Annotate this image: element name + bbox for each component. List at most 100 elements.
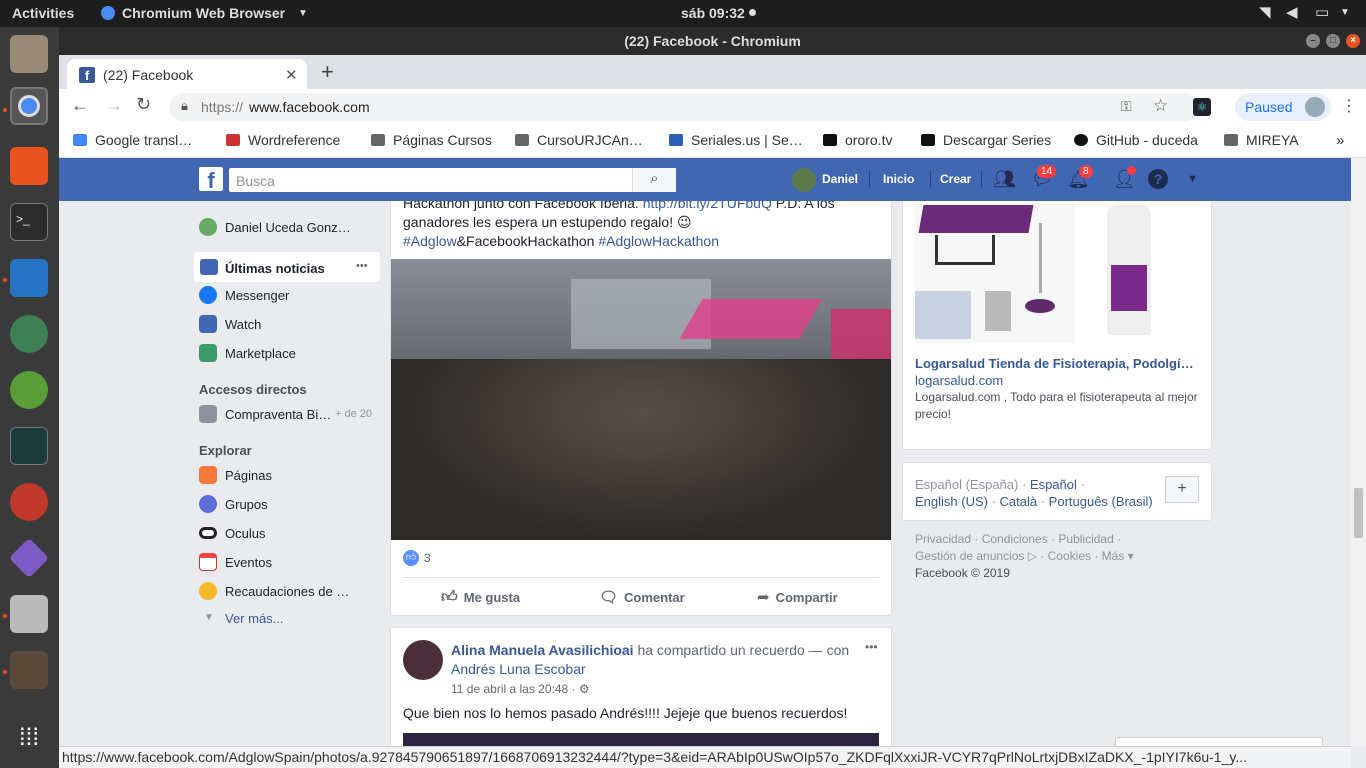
shared-memory-media[interactable] bbox=[403, 733, 879, 746]
dock: >_ ⁞⁞⁞ bbox=[0, 27, 59, 768]
browser-toolbar: ← → ↻ 🔒︎ https:// www.facebook.com ⚿ ☆ ⚛… bbox=[59, 89, 1366, 125]
sponsored-ad[interactable]: Logarsalud Tienda de Fisioterapia, Podol… bbox=[902, 201, 1212, 450]
messenger-nav-icon bbox=[199, 286, 217, 304]
account-menu-icon[interactable]: ▼ bbox=[1187, 173, 1198, 185]
hashtag-link[interactable]: #AdglowHackathon bbox=[598, 233, 719, 249]
ad-title[interactable]: Logarsalud Tienda de Fisioterapia, Podol… bbox=[915, 356, 1201, 371]
bookmark-star-icon[interactable]: ☆ bbox=[1153, 96, 1168, 116]
software-center-icon[interactable] bbox=[10, 147, 48, 185]
add-language-button[interactable]: + bbox=[1165, 476, 1199, 503]
app-icon[interactable] bbox=[8, 537, 50, 579]
bookmark-ororo[interactable]: ororo.tv bbox=[823, 132, 892, 148]
language-link[interactable]: Català bbox=[1000, 494, 1038, 509]
post-timestamp[interactable]: 11 de abril a las 20:48 · ⚙ bbox=[451, 682, 590, 696]
chat-bar[interactable] bbox=[1115, 737, 1323, 746]
nav-profile[interactable]: Daniel bbox=[822, 172, 858, 186]
back-icon[interactable]: ← bbox=[71, 95, 89, 116]
activities-button[interactable]: Activities bbox=[12, 5, 74, 21]
wifi-icon[interactable]: ◥ bbox=[1259, 3, 1271, 21]
post-card: Alina Manuela Avasilichioai ha compartid… bbox=[390, 627, 892, 746]
ad-domain[interactable]: logarsalud.com bbox=[915, 373, 1003, 388]
footer-links[interactable]: Privacidad · Condiciones · Publicidad · … bbox=[915, 531, 1134, 582]
settings-icon[interactable] bbox=[10, 483, 48, 521]
comment-button[interactable]: 🗨︎ Comentar bbox=[599, 588, 685, 606]
bookmarks-overflow-button[interactable]: » bbox=[1336, 132, 1344, 149]
ad-description: Logarsalud.com , Todo para el fisioterap… bbox=[915, 390, 1198, 421]
author-avatar[interactable] bbox=[403, 640, 443, 680]
more-options-icon[interactable]: ••• bbox=[356, 260, 368, 272]
reaction-count[interactable]: 3 bbox=[424, 551, 431, 565]
current-language: Español (España) bbox=[915, 477, 1019, 492]
search-input[interactable]: Busca ⌕ bbox=[229, 168, 676, 192]
app-menu[interactable]: Chromium Web Browser bbox=[122, 5, 285, 21]
like-reaction-icon[interactable]: 👍︎ bbox=[403, 550, 419, 566]
volume-icon[interactable]: ◀ bbox=[1286, 3, 1298, 21]
facebook-logo-icon[interactable]: f bbox=[199, 167, 223, 193]
key-icon[interactable]: ⚿ bbox=[1121, 98, 1132, 115]
nav-home[interactable]: Inicio bbox=[883, 172, 914, 186]
gear-icon: ⚙ bbox=[578, 682, 590, 696]
language-link[interactable]: English (US) bbox=[915, 494, 988, 509]
like-button[interactable]: 👍︎ Me gusta bbox=[441, 588, 520, 607]
atom-icon[interactable] bbox=[10, 315, 48, 353]
scrollbar-thumb[interactable] bbox=[1354, 488, 1363, 538]
search-icon[interactable]: ⌕ bbox=[632, 168, 676, 192]
chromium-dock-icon[interactable] bbox=[10, 87, 48, 125]
camera-icon[interactable] bbox=[10, 595, 48, 633]
page-scrollbar[interactable] bbox=[1351, 158, 1366, 746]
friend-requests-icon[interactable]: 👥︎ bbox=[993, 169, 1016, 190]
post-link[interactable]: http://bit.ly/2TUFbuQ bbox=[643, 201, 772, 211]
new-tab-button[interactable]: + bbox=[321, 59, 334, 85]
tab-facebook[interactable]: f (22) Facebook ✕ bbox=[67, 59, 307, 89]
language-link[interactable]: Português (Brasil) bbox=[1049, 494, 1153, 509]
system-menu-arrow-icon[interactable]: ▼ bbox=[1340, 7, 1350, 18]
app-menu-arrow-icon: ▼ bbox=[298, 8, 308, 19]
author-name[interactable]: Alina Manuela Avasilichioai bbox=[451, 642, 634, 658]
files-icon[interactable] bbox=[10, 35, 48, 73]
comment-icon: 🗨︎ bbox=[599, 589, 619, 606]
news-feed-icon bbox=[200, 259, 218, 275]
explore-heading: Explorar bbox=[199, 443, 252, 458]
system-monitor-icon[interactable] bbox=[10, 427, 48, 465]
bookmark-folder-mireya[interactable]: MIREYA bbox=[1224, 132, 1299, 148]
bookmark-google-translate[interactable]: Google transl… bbox=[73, 132, 192, 148]
minimize-button[interactable]: – bbox=[1306, 34, 1320, 48]
bookmark-folder-cursourjc[interactable]: CursoURJCAn… bbox=[515, 132, 643, 148]
bookmark-seriales[interactable]: Seriales.us | Se… bbox=[669, 132, 803, 148]
battery-icon[interactable]: ▭ bbox=[1315, 3, 1329, 21]
show-apps-icon[interactable]: ⁞⁞⁞ bbox=[10, 719, 48, 757]
android-studio-icon[interactable] bbox=[10, 371, 48, 409]
bookmark-github[interactable]: GitHub - duceda bbox=[1074, 132, 1198, 148]
nav-create[interactable]: Crear bbox=[940, 172, 971, 186]
vscode-icon[interactable] bbox=[10, 259, 48, 297]
post-menu-icon[interactable]: ••• bbox=[865, 640, 878, 654]
clock[interactable]: sáb 09:32 bbox=[681, 5, 745, 21]
close-tab-icon[interactable]: ✕ bbox=[285, 66, 298, 84]
bookmark-wordreference[interactable]: Wordreference bbox=[226, 132, 340, 148]
notifications-badge: 8 bbox=[1079, 165, 1093, 178]
address-bar[interactable]: 🔒︎ https:// www.facebook.com ⚿ ☆ bbox=[169, 93, 1199, 121]
react-devtools-icon[interactable]: ⚛ bbox=[1193, 98, 1211, 116]
lock-icon[interactable]: 🔒︎ bbox=[181, 98, 188, 114]
profile-paused-button[interactable]: Paused bbox=[1235, 93, 1331, 121]
chrome-menu-icon[interactable]: ⋮ bbox=[1341, 96, 1357, 116]
gimp-icon[interactable] bbox=[10, 651, 48, 689]
forward-icon[interactable]: → bbox=[105, 95, 123, 116]
maximize-button[interactable]: □ bbox=[1326, 34, 1340, 48]
terminal-icon[interactable]: >_ bbox=[10, 203, 48, 241]
help-icon[interactable]: ? bbox=[1148, 169, 1168, 189]
system-top-bar: Activities Chromium Web Browser ▼ sáb 09… bbox=[0, 0, 1366, 27]
hashtag-link[interactable]: #Adglow bbox=[403, 233, 457, 249]
share-button[interactable]: ➦ Compartir bbox=[757, 588, 838, 606]
bookmark-folder-paginas-cursos[interactable]: Páginas Cursos bbox=[371, 132, 492, 148]
tagged-friend[interactable]: Andrés Luna Escobar bbox=[451, 661, 586, 677]
close-window-button[interactable]: × bbox=[1346, 34, 1360, 48]
share-icon: ➦ bbox=[757, 589, 770, 606]
quick-help-dot bbox=[1127, 166, 1136, 175]
reload-icon[interactable]: ↻ bbox=[136, 94, 151, 115]
post-photo[interactable] bbox=[391, 259, 891, 540]
language-link[interactable]: Español bbox=[1030, 477, 1077, 492]
sidebar-item-news-feed[interactable]: Últimas noticias ••• bbox=[194, 252, 380, 282]
user-avatar[interactable] bbox=[792, 168, 816, 192]
bookmark-descargar-series[interactable]: Descargar Series bbox=[921, 132, 1051, 148]
